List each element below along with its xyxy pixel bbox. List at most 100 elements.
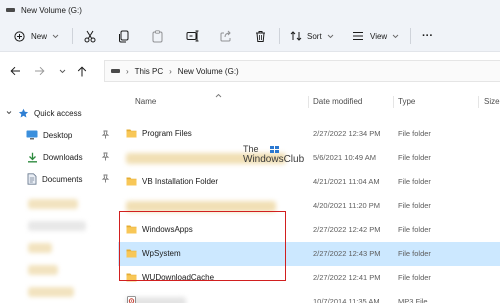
- redacted-nav-item: [28, 287, 74, 297]
- folder-icon: [126, 249, 137, 258]
- delete-button[interactable]: [255, 27, 266, 45]
- arrow-up-icon: [77, 65, 87, 76]
- file-date-modified: 2/27/2022 12:34 PM: [313, 129, 381, 138]
- file-date-modified: 2/27/2022 12:42 PM: [313, 225, 381, 234]
- star-icon: [18, 108, 29, 117]
- trash-icon: [256, 30, 265, 42]
- pin-icon[interactable]: [101, 174, 110, 183]
- nav-documents[interactable]: Documents: [0, 168, 118, 190]
- new-button-label: New: [31, 31, 48, 41]
- folder-icon: [126, 177, 137, 186]
- file-type: File folder: [398, 129, 431, 138]
- new-button[interactable]: New: [14, 27, 59, 45]
- redacted-nav-item: [28, 199, 78, 209]
- forward-button[interactable]: [33, 65, 45, 77]
- file-row[interactable]: WUDownloadCache 2/27/2022 12:41 PM File fo…: [118, 266, 500, 290]
- column-header-size[interactable]: Size: [484, 97, 500, 106]
- navigation-pane: Quick access Desktop Downloads Documents: [0, 88, 118, 303]
- redacted-nav-item: [28, 221, 86, 231]
- file-date-modified: 4/20/2021 11:20 PM: [313, 201, 380, 210]
- nav-quick-access[interactable]: Quick access: [0, 102, 118, 124]
- watermark-logo-icon: [270, 146, 279, 153]
- file-name: WUDownloadCache: [142, 273, 215, 282]
- plus-circle-icon: [14, 30, 25, 42]
- breadcrumb-separator-icon: ›: [126, 66, 129, 76]
- recent-locations-button[interactable]: [56, 65, 68, 77]
- nav-label: Documents: [42, 174, 83, 184]
- more-options-button[interactable]: ···: [422, 27, 433, 45]
- sort-icon: [290, 31, 302, 41]
- file-name: VB Installation Folder: [142, 177, 219, 186]
- file-row[interactable]: WpSystem 2/27/2022 12:43 PM File folder: [118, 242, 500, 266]
- audio-file-icon: [127, 296, 136, 303]
- file-type: MP3 File: [398, 297, 428, 303]
- file-name: Program Files: [142, 129, 192, 138]
- toolbar-divider: [279, 28, 280, 44]
- address-bar[interactable]: › This PC › New Volume (G:): [104, 60, 500, 82]
- up-button[interactable]: [76, 65, 88, 77]
- sort-button-label: Sort: [307, 31, 322, 41]
- pin-icon[interactable]: [101, 152, 110, 161]
- arrow-left-icon: [9, 66, 20, 76]
- file-row[interactable]: 4/20/2021 11:20 PM File folder: [118, 194, 500, 218]
- file-date-modified: 10/7/2014 11:35 AM: [313, 297, 380, 303]
- column-divider[interactable]: [478, 96, 479, 108]
- command-bar: New Sort View ···: [0, 20, 500, 52]
- desktop-icon: [26, 130, 38, 140]
- rename-button[interactable]: [186, 27, 199, 45]
- copy-button[interactable]: [118, 27, 129, 45]
- chevron-down-icon: [59, 69, 65, 73]
- copy-icon: [119, 30, 129, 42]
- column-header-date[interactable]: Date modified: [313, 97, 362, 106]
- file-date-modified: 4/21/2021 11:04 AM: [313, 177, 380, 186]
- file-name: WpSystem: [142, 249, 181, 258]
- documents-icon: [27, 173, 37, 185]
- file-row[interactable]: Program Files 2/27/2022 12:34 PM File fold…: [118, 122, 500, 146]
- file-row[interactable]: 10/7/2014 11:35 AM MP3 File: [118, 290, 500, 303]
- file-date-modified: 2/27/2022 12:41 PM: [313, 273, 381, 282]
- file-row[interactable]: VB Installation Folder 4/21/2021 11:04 AM…: [118, 170, 500, 194]
- chevron-down-icon: [327, 34, 333, 38]
- file-type: File folder: [398, 153, 431, 162]
- column-divider[interactable]: [393, 96, 394, 108]
- breadcrumb-separator-icon: ›: [169, 66, 172, 76]
- file-type: File folder: [398, 249, 431, 258]
- back-button[interactable]: [9, 65, 21, 77]
- share-button[interactable]: [220, 27, 232, 45]
- drive-icon: [111, 69, 120, 73]
- view-button-label: View: [370, 31, 388, 41]
- file-list: Name Date modified Type Size Program Fil…: [118, 88, 500, 303]
- toolbar-divider: [410, 28, 411, 44]
- folder-icon: [126, 225, 137, 234]
- file-row[interactable]: WindowsApps 2/27/2022 12:42 PM File folder: [118, 218, 500, 242]
- column-header-type[interactable]: Type: [398, 97, 415, 106]
- column-header-name[interactable]: Name: [135, 97, 156, 106]
- window-title: New Volume (G:): [21, 5, 82, 15]
- sort-ascending-icon: [215, 93, 222, 98]
- view-button[interactable]: View: [352, 27, 399, 45]
- breadcrumb-this-pc[interactable]: This PC: [135, 67, 163, 76]
- column-divider[interactable]: [308, 96, 309, 108]
- pin-icon[interactable]: [101, 130, 110, 139]
- nav-downloads[interactable]: Downloads: [0, 146, 118, 168]
- redacted-file-name: [126, 201, 276, 212]
- paste-button[interactable]: [152, 27, 163, 45]
- nav-label: Desktop: [43, 130, 73, 140]
- redacted-nav-item: [28, 265, 58, 275]
- nav-desktop[interactable]: Desktop: [0, 124, 118, 146]
- chevron-down-icon: [392, 34, 399, 38]
- cut-button[interactable]: [84, 27, 96, 45]
- download-icon: [28, 152, 37, 162]
- sort-button[interactable]: Sort: [290, 27, 334, 45]
- redacted-nav-item: [28, 243, 52, 253]
- file-type: File folder: [398, 201, 431, 210]
- file-name: WindowsApps: [142, 225, 193, 234]
- file-type: File folder: [398, 225, 431, 234]
- file-type: File folder: [398, 177, 431, 186]
- share-icon: [220, 30, 231, 42]
- breadcrumb-new-volume[interactable]: New Volume (G:): [178, 67, 239, 76]
- rename-icon: [186, 30, 199, 42]
- watermark-text: The: [243, 144, 259, 154]
- title-bar: New Volume (G:): [0, 0, 500, 20]
- address-row: › This PC › New Volume (G:): [0, 52, 500, 88]
